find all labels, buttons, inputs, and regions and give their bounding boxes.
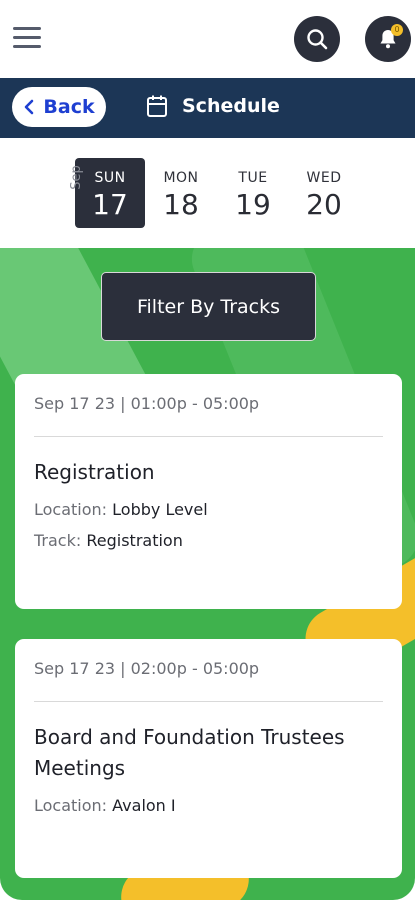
- date-tab-tue[interactable]: TUE 19: [218, 158, 288, 228]
- date-tab-mon[interactable]: MON 18: [146, 158, 216, 228]
- session-track: Track: Registration: [34, 531, 383, 550]
- day-number: 20: [306, 188, 342, 221]
- location-label: Location:: [34, 500, 108, 519]
- day-number: 19: [235, 188, 271, 221]
- top-bar: 0: [0, 0, 415, 78]
- session-card[interactable]: Sep 17 23 | 01:00p - 05:00p Registration…: [15, 374, 402, 609]
- date-tab-sun[interactable]: SUN 17: [75, 158, 145, 228]
- calendar-icon: [147, 95, 167, 117]
- card-divider: [34, 436, 383, 437]
- page-title: Schedule: [182, 95, 280, 117]
- date-selector: SUN 17 MON 18 TUE 19 WED 20: [0, 138, 415, 248]
- page-title-group: Schedule: [146, 94, 280, 118]
- track-value: Registration: [86, 531, 183, 550]
- day-number: 18: [163, 188, 199, 221]
- chevron-left-icon: [25, 99, 34, 115]
- session-time: Sep 17 23 | 01:00p - 05:00p: [34, 394, 260, 413]
- hamburger-menu-icon[interactable]: [13, 27, 41, 49]
- location-value: Avalon I: [112, 796, 176, 815]
- session-card[interactable]: Sep 17 23 | 02:00p - 05:00p Board and Fo…: [15, 639, 402, 878]
- day-name: WED: [306, 170, 342, 186]
- navigation-bar: Back Schedule: [0, 78, 415, 138]
- day-name: TUE: [238, 170, 268, 186]
- date-tab-wed[interactable]: WED 20: [289, 158, 359, 228]
- card-divider: [34, 701, 383, 702]
- session-location: Location: Avalon I: [34, 796, 383, 815]
- track-label: Track:: [34, 531, 82, 550]
- month-label: Sep: [68, 165, 84, 190]
- session-time: Sep 17 23 | 02:00p - 05:00p: [34, 659, 260, 678]
- back-button[interactable]: Back: [12, 87, 106, 127]
- search-icon: [307, 29, 328, 50]
- back-label: Back: [43, 96, 95, 118]
- session-location: Location: Lobby Level: [34, 500, 383, 519]
- day-number: 17: [92, 188, 128, 221]
- filter-by-tracks-button[interactable]: Filter By Tracks: [101, 272, 316, 341]
- session-title: Board and Foundation Trustees Meetings: [34, 725, 345, 780]
- search-button[interactable]: [294, 16, 340, 62]
- location-value: Lobby Level: [112, 500, 208, 519]
- notifications-button[interactable]: 0: [365, 16, 411, 62]
- session-title: Registration: [34, 460, 155, 484]
- day-name: SUN: [94, 170, 126, 186]
- notification-count-badge: 0: [391, 24, 403, 36]
- location-label: Location:: [34, 796, 108, 815]
- day-name: MON: [163, 170, 199, 186]
